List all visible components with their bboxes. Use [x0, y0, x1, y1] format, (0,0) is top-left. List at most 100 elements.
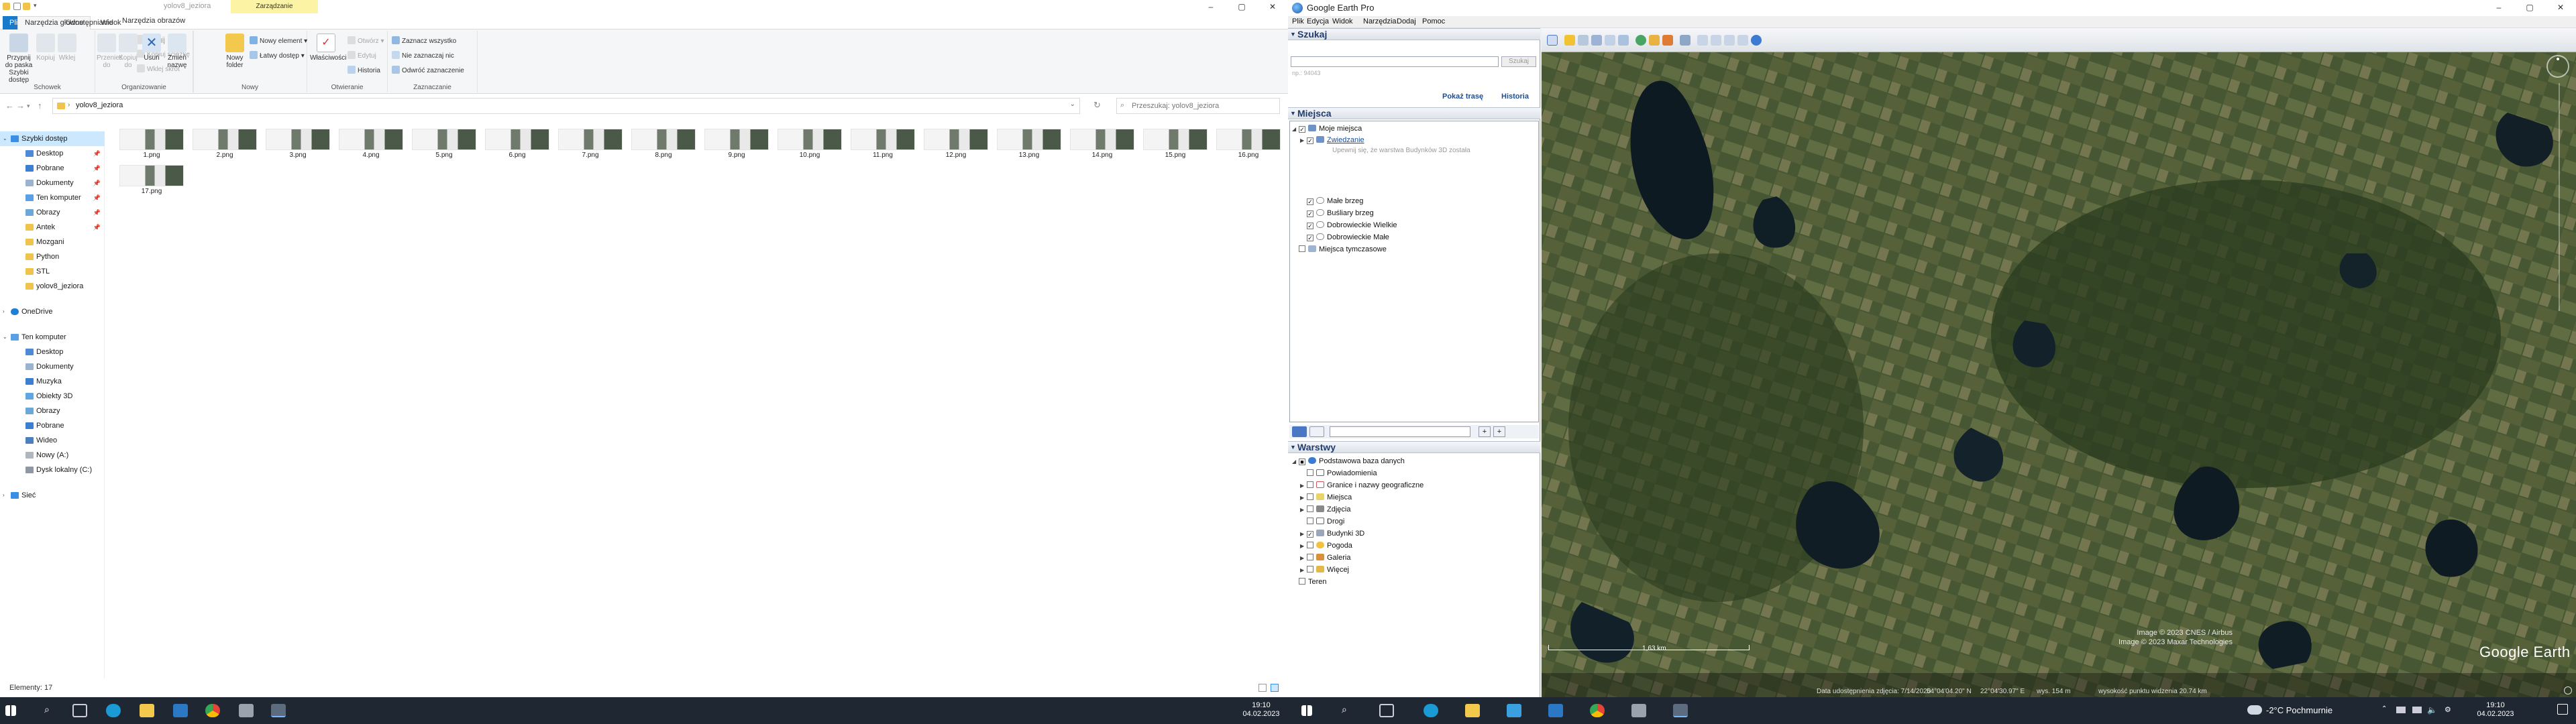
expand-arrow-icon[interactable]: ▶ — [1300, 137, 1304, 143]
add-icon[interactable]: + — [1479, 426, 1491, 437]
address-bar[interactable]: › yolov8_jeziora ⌄ — [52, 98, 1080, 114]
earth-icon[interactable] — [1751, 35, 1762, 46]
sunlight-icon[interactable] — [1649, 35, 1660, 46]
checkbox[interactable]: ✓ — [1307, 235, 1313, 241]
weather-widget[interactable]: -2°C Pochmurnie — [2266, 705, 2332, 715]
history-link[interactable]: Historia — [1501, 93, 1529, 101]
nav-quick-yolov8[interactable]: yolov8_jeziora — [0, 279, 105, 294]
chrome-icon[interactable] — [205, 704, 220, 717]
notifications-icon[interactable] — [2557, 704, 2568, 715]
clock-right[interactable]: 19:10 04.02.2023 — [2469, 701, 2522, 719]
properties-icon[interactable] — [13, 3, 21, 10]
search-input[interactable]: Przeszukaj: yolov8_jeziora — [1116, 98, 1280, 114]
tree-my-places[interactable]: ✓ Moje miejsca — [1299, 123, 1362, 134]
tree-sightseeing[interactable]: ✓ Zwiedzanie — [1307, 135, 1364, 145]
nav-quick-this-pc[interactable]: Ten komputer 📌 — [0, 190, 105, 205]
menu-add[interactable]: Dodaj — [1397, 17, 1416, 25]
nav-pc-pictures[interactable]: Obrazy — [0, 404, 105, 418]
layer-borders[interactable]: Granice i nazwy geograficzne — [1307, 480, 1424, 491]
checkbox[interactable] — [1299, 245, 1305, 252]
checkbox[interactable] — [1307, 481, 1313, 488]
checkbox[interactable] — [1299, 578, 1305, 585]
pin-icon[interactable]: 📌 — [93, 161, 101, 176]
polygon-tool-icon[interactable] — [1578, 35, 1589, 46]
search-button[interactable]: Szukaj — [1501, 56, 1536, 67]
search-icon[interactable]: ⌕ — [44, 704, 50, 715]
expand-arrow-icon[interactable]: › — [3, 304, 5, 319]
file-thumbnail[interactable]: 1.png — [119, 129, 184, 160]
record-tour-icon[interactable] — [1618, 35, 1629, 46]
print-icon[interactable] — [1711, 35, 1721, 46]
file-thumbnail[interactable]: 10.png — [777, 129, 842, 160]
mail-icon[interactable] — [173, 704, 188, 717]
tray-app-icon[interactable] — [2396, 707, 2406, 713]
pin-icon[interactable]: 📌 — [93, 220, 101, 235]
large-icons-view-icon[interactable] — [1271, 684, 1279, 692]
split-view-icon[interactable] — [1309, 426, 1324, 437]
expand-arrow-icon[interactable]: ◢ — [1292, 459, 1296, 465]
tray-overflow-icon[interactable]: ⌃ — [2381, 705, 2387, 713]
file-thumbnail[interactable]: 6.png — [485, 129, 549, 160]
nav-this-pc[interactable]: ⌄ Ten komputer — [0, 330, 105, 345]
nav-quick-pictures[interactable]: Obrazy 📌 — [0, 205, 105, 220]
paste-button[interactable]: Wklej — [56, 34, 78, 62]
expand-arrow-icon[interactable]: ⌄ — [3, 131, 7, 146]
nav-quick-downloads[interactable]: Pobrane 📌 — [0, 161, 105, 176]
nav-pc-video[interactable]: Wideo — [0, 433, 105, 448]
chrome-icon[interactable] — [1590, 704, 1605, 717]
layers-header[interactable]: ▼ Warstwy — [1288, 441, 1540, 453]
checkbox[interactable]: ✓ — [1307, 531, 1313, 538]
ruler-icon[interactable] — [1680, 35, 1690, 46]
new-folder-button[interactable]: Nowy folder — [223, 34, 247, 69]
expand-arrow-icon[interactable]: › — [3, 488, 5, 503]
rename-button[interactable]: Zmień nazwę — [165, 34, 189, 69]
close-button[interactable]: ✕ — [1257, 0, 1288, 15]
task-view-icon[interactable] — [72, 704, 87, 717]
start-icon[interactable] — [5, 705, 16, 716]
start-icon[interactable] — [1301, 705, 1312, 716]
nav-quick-stl[interactable]: STL — [0, 264, 105, 279]
google-earth-taskbar-icon[interactable] — [271, 704, 286, 717]
places-header[interactable]: ▼ Miejsca — [1288, 107, 1540, 119]
pin-icon[interactable]: 📌 — [93, 205, 101, 220]
nav-pc-desktop[interactable]: Desktop — [0, 345, 105, 359]
tree-place-4[interactable]: ✓ Dobrowieckie Małe — [1307, 232, 1389, 243]
google-earth-taskbar-icon[interactable] — [1673, 704, 1688, 717]
layer-places[interactable]: Miejsca — [1307, 492, 1352, 503]
file-thumbnail[interactable]: 16.png — [1216, 129, 1281, 160]
file-explorer-icon[interactable] — [140, 704, 154, 717]
file-thumbnail[interactable]: 3.png — [266, 129, 330, 160]
nav-quick-python[interactable]: Python — [0, 249, 105, 264]
move-to-button[interactable]: Przenieś do — [97, 34, 123, 69]
satellite-imagery[interactable] — [1542, 52, 2576, 697]
edge-icon[interactable] — [1424, 704, 1438, 717]
expand-arrow-icon[interactable]: ▶ — [1300, 531, 1304, 537]
expand-arrow-icon[interactable]: ▶ — [1300, 507, 1304, 513]
edge-icon[interactable] — [106, 704, 121, 717]
chevron-down-icon[interactable]: ▾ — [34, 2, 37, 9]
select-all-button[interactable]: Zaznacz wszystko — [392, 36, 456, 46]
tab-picture-tools[interactable]: Narzędzia obrazów — [115, 15, 192, 27]
forward-arrow-icon[interactable]: → — [16, 101, 25, 111]
layer-primary-db[interactable]: ■ Podstawowa baza danych — [1299, 456, 1405, 467]
tree-place-1[interactable]: ✓ Małe brzeg — [1307, 196, 1363, 206]
layer-photos[interactable]: Zdjęcia — [1307, 504, 1350, 515]
file-thumbnail[interactable]: 13.png — [997, 129, 1061, 160]
minimize-button[interactable]: – — [2483, 1, 2514, 15]
file-thumbnail[interactable]: 5.png — [412, 129, 476, 160]
places-filter-input[interactable] — [1330, 426, 1470, 437]
tree-temporary[interactable]: Miejsca tymczasowe — [1299, 244, 1387, 255]
expand-arrow-icon[interactable]: ▶ — [1300, 555, 1304, 561]
checkbox[interactable]: ✓ — [1307, 210, 1313, 217]
file-thumbnail[interactable]: 8.png — [631, 129, 696, 160]
invert-selection-button[interactable]: Odwróć zaznaczenie — [392, 66, 464, 76]
checkbox[interactable]: ✓ — [1299, 126, 1305, 133]
file-thumbnail[interactable]: 14.png — [1070, 129, 1134, 160]
layer-weather[interactable]: Pogoda — [1307, 540, 1352, 551]
new-item-button[interactable]: Nowy element ▾ — [250, 36, 307, 46]
menu-tools[interactable]: Narzędzia — [1363, 17, 1397, 25]
collapse-arrow-icon[interactable]: ▼ — [1290, 29, 1296, 40]
planets-icon[interactable] — [1662, 35, 1673, 46]
nav-pc-3d-objects[interactable]: Obiekty 3D — [0, 389, 105, 404]
layer-notifications[interactable]: Powiadomienia — [1307, 468, 1377, 479]
